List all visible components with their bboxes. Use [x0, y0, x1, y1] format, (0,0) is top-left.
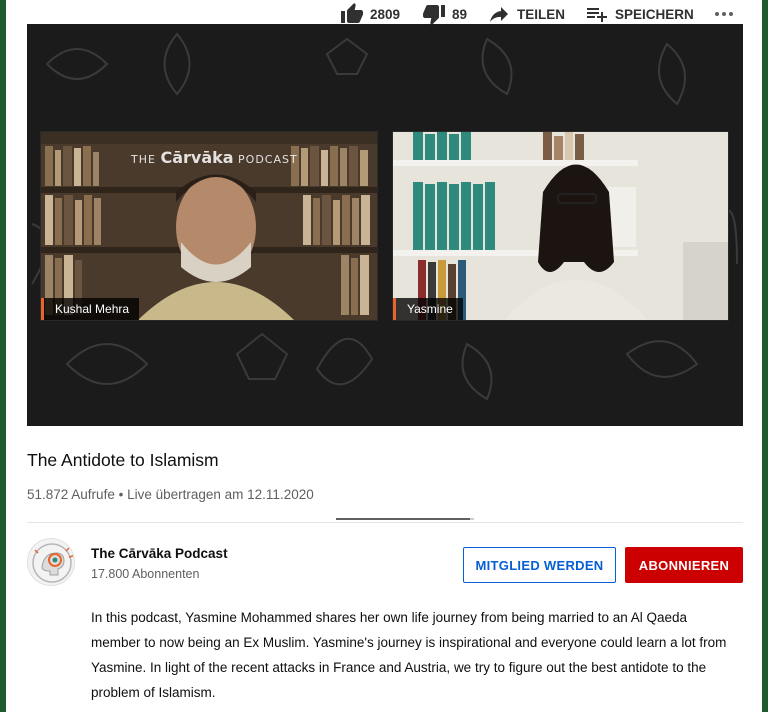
bookshelf-scene — [393, 132, 728, 320]
like-ratio-fill — [336, 518, 470, 520]
share-label: TEILEN — [517, 6, 566, 22]
dislike-count: 89 — [452, 6, 468, 22]
left-edge-strip — [0, 0, 6, 712]
video-title: The Antidote to Islamism — [27, 450, 219, 470]
subscribe-button[interactable]: ABONNIEREN — [625, 547, 743, 583]
dislike-button[interactable]: 89 — [422, 0, 467, 28]
podcast-brand-overlay: THE Cārvāka PODCAST — [131, 148, 298, 167]
speaker-name-tag-left: Kushal Mehra — [41, 298, 140, 320]
meta-separator: • — [118, 487, 124, 502]
save-button[interactable]: SPEICHERN — [585, 0, 694, 28]
video-player[interactable]: THE Cārvāka PODCAST Kushal Mehra Yasmine — [27, 24, 743, 426]
share-arrow-icon — [490, 7, 508, 22]
channel-avatar[interactable] — [27, 538, 75, 586]
channel-name[interactable]: The Cārvāka Podcast — [91, 546, 228, 561]
right-edge-strip — [762, 0, 768, 712]
like-button[interactable]: 2809 — [340, 0, 400, 28]
more-actions-button[interactable] — [712, 0, 736, 28]
participant-tile-right: Yasmine — [392, 131, 729, 321]
thumbs-up-icon — [341, 3, 363, 23]
join-membership-button[interactable]: MITGLIED WERDEN — [463, 547, 616, 583]
playlist-add-icon — [587, 8, 607, 22]
view-count: 51.872 Aufrufe — [27, 487, 115, 502]
more-horizontal-icon — [715, 12, 733, 16]
video-meta: 51.872 Aufrufe • Live übertragen am 12.1… — [27, 487, 314, 502]
section-divider — [27, 522, 743, 523]
speaker-name-tag-right: Yasmine — [393, 298, 463, 320]
like-count: 2809 — [370, 6, 401, 22]
share-button[interactable]: TEILEN — [487, 0, 565, 28]
subscriber-count: 17.800 Abonnenten — [91, 567, 200, 581]
save-label: SPEICHERN — [615, 6, 694, 22]
channel-logo-icon — [32, 543, 74, 583]
thumbs-down-icon — [423, 5, 445, 25]
video-description: In this podcast, Yasmine Mohammed shares… — [91, 610, 727, 700]
participant-tile-left: THE Cārvāka PODCAST Kushal Mehra — [40, 131, 378, 321]
broadcast-date: Live übertragen am 12.11.2020 — [127, 487, 314, 502]
like-ratio-bar — [336, 518, 474, 520]
